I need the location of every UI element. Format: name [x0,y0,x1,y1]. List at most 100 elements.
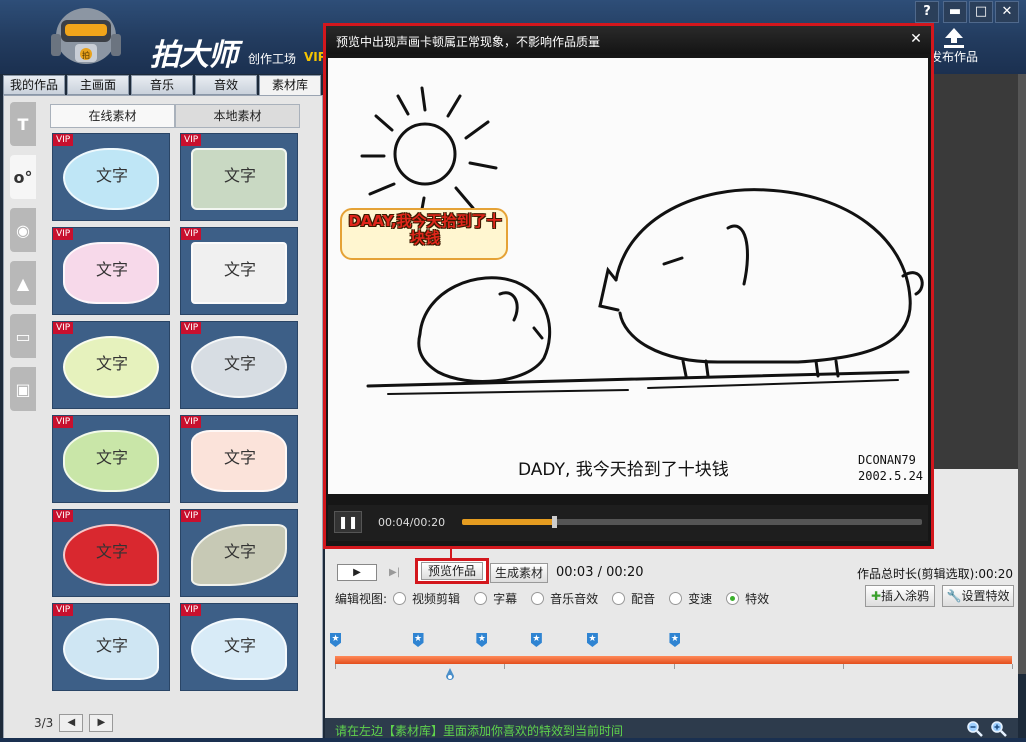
tab-online-materials[interactable]: 在线素材 [50,104,175,128]
view-option-label: 配音 [631,591,656,606]
timeline-tick [673,664,675,669]
image-category-icon[interactable]: ▣ [10,367,36,411]
player-progress-track[interactable] [462,516,922,528]
wrench-icon: 🔧 [946,589,962,603]
material-label: 文字 [95,636,128,655]
view-option[interactable]: 字幕 [474,590,517,607]
effect-marker-icon[interactable]: ★ [412,633,424,647]
effect-marker-icon[interactable]: ★ [330,633,341,647]
material-label: 文字 [223,166,256,185]
app-title: 拍大师 [150,38,238,73]
preview-dialog: 预览中出现声画卡顿属正常现象，不影响作品质量 ✕ DAAY,我今天拾到了十块钱 … [323,23,934,549]
radio-icon [726,591,740,605]
upload-icon [944,28,964,48]
pager: 3/3 ◀ ▶ [34,714,114,732]
insert-doodle-button[interactable]: ✚插入涂鸦 [865,585,935,607]
vip-badge: VIP [53,416,74,428]
material-tile[interactable]: VIP 文字 [180,227,298,315]
play-button[interactable]: ▶ [337,564,377,581]
material-tile[interactable]: VIP 文字 [180,415,298,503]
view-option[interactable]: 特效 [726,590,769,607]
material-tile[interactable]: VIP 文字 [52,603,170,691]
view-option-label: 变速 [688,591,713,606]
total-duration: 作品总时长(剪辑选取):00:20 [857,567,1013,581]
tab-sound-effects[interactable]: 音效 [195,75,257,95]
next-page-button[interactable]: ▶ [89,714,114,732]
effect-marker-icon[interactable]: ★ [669,633,681,647]
page-indicator: 3/3 [34,716,54,730]
close-preview-button[interactable]: ✕ [907,30,925,48]
zoom-in-icon[interactable] [991,721,1007,737]
material-tile[interactable]: VIP 文字 [180,321,298,409]
category-sidebar: T o° ◉ ▲ ▭ ▣ [10,102,36,420]
tab-local-materials[interactable]: 本地素材 [175,104,300,128]
tab-my-works[interactable]: 我的作品 [3,75,65,95]
timeline-track[interactable] [335,656,1012,664]
view-option-label: 特效 [745,591,770,606]
material-label: 文字 [223,448,256,467]
material-label: 文字 [95,166,128,185]
radio-icon [474,591,488,605]
main-tabs: 我的作品 主画面 音乐 音效 素材库 [3,75,323,95]
view-option[interactable]: 视频剪辑 [393,590,460,607]
material-tile[interactable]: VIP 文字 [180,509,298,597]
generate-material-button[interactable]: 生成素材 [490,563,548,583]
close-window-button[interactable]: ✕ [995,1,1019,23]
speech-bubble-text: DAAY,我今天拾到了十块钱 [348,212,502,247]
playhead-handle-icon[interactable] [445,668,455,682]
vertical-scrollbar[interactable] [1018,74,1026,674]
material-grid: VIP 文字 VIP 文字 VIP 文字 VIP 文字 VIP 文字 VIP 文字 VIP 文字 VIP 文字… [52,133,302,691]
signature-name: DCONAN79 [858,453,916,467]
edit-view-label: 编辑视图: [335,591,388,606]
svg-text:拍: 拍 [82,50,90,60]
material-tile[interactable]: VIP 文字 [52,415,170,503]
effect-category-icon[interactable]: ◉ [10,208,36,252]
vip-badge: VIP [53,510,74,522]
material-label: 文字 [95,260,128,279]
material-label: 文字 [223,354,256,373]
tab-main-screen[interactable]: 主画面 [67,75,129,95]
effect-marker-icon[interactable]: ★ [476,633,488,647]
material-tile[interactable]: VIP 文字 [180,603,298,691]
material-label: 文字 [223,260,256,279]
preview-dialog-title: 预览中出现声画卡顿属正常现象，不影响作品质量 [336,35,601,49]
next-frame-button[interactable]: ▶| [389,564,411,581]
tab-material-library[interactable]: 素材库 [259,75,321,95]
material-tile[interactable]: VIP 文字 [52,321,170,409]
help-button[interactable]: ? [915,1,939,23]
frame-category-icon[interactable]: ▭ [10,314,36,358]
bubble-category-icon[interactable]: o° [10,155,36,199]
text-category-icon[interactable]: T [10,102,36,146]
tab-music[interactable]: 音乐 [131,75,193,95]
zoom-out-icon[interactable] [967,721,983,737]
player-progress-knob[interactable] [552,516,557,528]
app-subtitle: 创作工场 [248,52,297,66]
material-tile[interactable]: VIP 文字 [180,133,298,221]
preview-dialog-header: 预览中出现声画卡顿属正常现象，不影响作品质量 ✕ [326,26,931,54]
view-option[interactable]: 变速 [669,590,712,607]
publish-button[interactable]: 发布作品 [930,26,978,70]
material-tile[interactable]: VIP 文字 [52,133,170,221]
pause-button[interactable]: ❚❚ [334,511,362,533]
prev-page-button[interactable]: ◀ [59,714,84,732]
timeline-tick [842,664,844,669]
view-option[interactable]: 音乐音效 [531,590,598,607]
vip-badge: VIP [181,416,202,428]
material-tile[interactable]: VIP 文字 [52,509,170,597]
picture-category-icon[interactable]: ▲ [10,261,36,305]
maximize-button[interactable]: □ [969,1,993,23]
effect-marker-icon[interactable]: ★ [530,633,542,647]
preview-work-button[interactable]: 预览作品 [421,562,483,580]
material-tile[interactable]: VIP 文字 [52,227,170,315]
vip-badge: VIP [53,322,74,334]
set-effects-button[interactable]: 🔧设置特效 [942,585,1014,607]
minimize-button[interactable]: ▬ [943,1,967,23]
set-effects-label: 设置特效 [961,589,1010,603]
status-bar: 请在左边【素材库】里面添加你喜欢的特效到当前时间 [325,718,1018,740]
effect-marker-icon[interactable]: ★ [586,633,598,647]
material-label: 文字 [95,542,128,561]
sketch-illustration [360,86,924,395]
vip-badge: VIP [53,604,74,616]
view-option[interactable]: 配音 [612,590,655,607]
material-label: 文字 [223,542,256,561]
